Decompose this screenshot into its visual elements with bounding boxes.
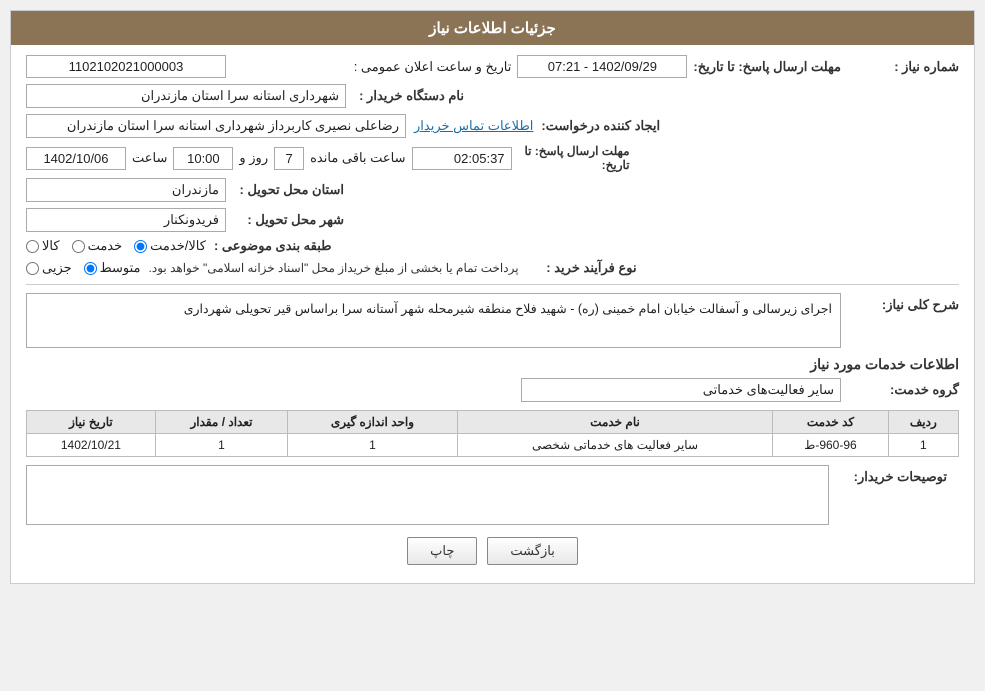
buyer-desc-label: توصیحات خریدار: [837,465,947,485]
shomara-value: 1102102021000003 [26,55,226,78]
services-table-container: ردیف کد خدمت نام خدمت واحد اندازه گیری ت… [26,410,959,457]
noie-group: متوسط جزیی [26,260,141,276]
sharh-value: اجرای زیرسالی و آسفالت خیابان امام خمینی… [26,293,841,348]
col-tarikh: تاریخ نیاز [27,411,156,434]
noie-jozi-label: جزیی [42,260,72,276]
saat-label: ساعت [132,150,167,166]
saat-value: 10:00 [173,147,233,170]
tabaqe-kala-label: کالا [42,238,60,254]
tabaqe-kala-radio[interactable] [26,240,39,253]
col-nam: نام خدمت [457,411,773,434]
page-title: جزئیات اطلاعات نیاز [429,20,556,37]
mande-value: 02:05:37 [412,147,512,170]
col-kod: کد خدمت [773,411,888,434]
shahr-value: فریدونکنار [26,208,226,232]
roz-value: 7 [274,147,304,170]
table-row: 1 960-96-ط سایر فعالیت های خدماتی شخصی 1… [27,434,959,457]
tabaqe-kala-khidmat-radio[interactable] [134,240,147,253]
ostan-value: مازندران [26,178,226,202]
cell-vahed: 1 [288,434,458,457]
print-button[interactable]: چاپ [407,537,477,565]
cell-tarikh: 1402/10/21 [27,434,156,457]
noie-extra: پرداخت تمام یا بخشی از مبلغ خریداز محل "… [149,261,519,275]
ijad-konande-link[interactable]: اطلاعات تماس خریدار [414,118,533,134]
tabaqe-khidmat-radio[interactable] [72,240,85,253]
col-radif: ردیف [888,411,958,434]
tabaqe-group: کالا/خدمت خدمت کالا [26,238,206,254]
nam-dastgah-label: نام دستگاه خریدار : [354,88,464,104]
noie-jozi[interactable]: جزیی [26,260,72,276]
grouh-label: گروه خدمت: [849,382,959,398]
cell-radif: 1 [888,434,958,457]
col-vahed: واحد اندازه گیری [288,411,458,434]
noie-motoset-label: متوسط [100,260,141,276]
col-tedad: تعداد / مقدار [155,411,287,434]
buttons-row: بازگشت چاپ [26,537,959,565]
noie-jozi-radio[interactable] [26,262,39,275]
nam-dastgah-value: شهرداری استانه سرا استان مازندران [26,84,346,108]
shahr-label: شهر محل تحویل : [234,212,344,228]
tabaqe-kala[interactable]: کالا [26,238,60,254]
date-value: 1402/10/06 [26,147,126,170]
cell-tedad: 1 [155,434,287,457]
tabaqe-khidmat-label: خدمت [88,238,123,254]
date-time-label: مهلت ارسال پاسخ: تا تاریخ: [693,59,841,75]
noie-motoset[interactable]: متوسط [84,260,141,276]
roz-label: روز و [239,150,268,166]
date-time-value: 1402/09/29 - 07:21 [517,55,687,78]
tabaqe-label: طبقه بندی موضوعی : [214,238,332,254]
shomara-label: شماره نیاز : [849,59,959,75]
services-table: ردیف کد خدمت نام خدمت واحد اندازه گیری ت… [26,410,959,457]
noie-motoset-radio[interactable] [84,262,97,275]
cell-kod: 960-96-ط [773,434,888,457]
cell-nam: سایر فعالیت های خدماتی شخصی [457,434,773,457]
ostan-label: استان محل تحویل : [234,182,344,198]
ijad-konande-label: ایجاد کننده درخواست: [541,118,660,134]
tabaqe-kala-khidmat[interactable]: کالا/خدمت [134,238,206,254]
tabaqe-kala-khidmat-label: کالا/خدمت [150,238,206,254]
mande-label: ساعت باقی مانده [310,150,405,166]
page-header: جزئیات اطلاعات نیاز [11,11,974,45]
mohlet-label: مهلت ارسال پاسخ: تاتاریخ: [520,144,630,172]
tabaqe-khidmat[interactable]: خدمت [72,238,123,254]
ijad-konande-value: رضاعلی نصیری کاربرداز شهرداری استانه سرا… [26,114,406,138]
khadamat-title: اطلاعات خدمات مورد نیاز [26,356,959,373]
date-time-separator: تاریخ و ساعت اعلان عمومی : [354,59,512,75]
sharh-label: شرح کلی نیاز: [849,293,959,313]
grouh-value: سایر فعالیت‌های خدماتی [521,378,841,402]
noie-label: نوع فرآیند خرید : [527,260,637,276]
buyer-desc-textarea[interactable] [26,465,829,525]
back-button[interactable]: بازگشت [487,537,577,565]
